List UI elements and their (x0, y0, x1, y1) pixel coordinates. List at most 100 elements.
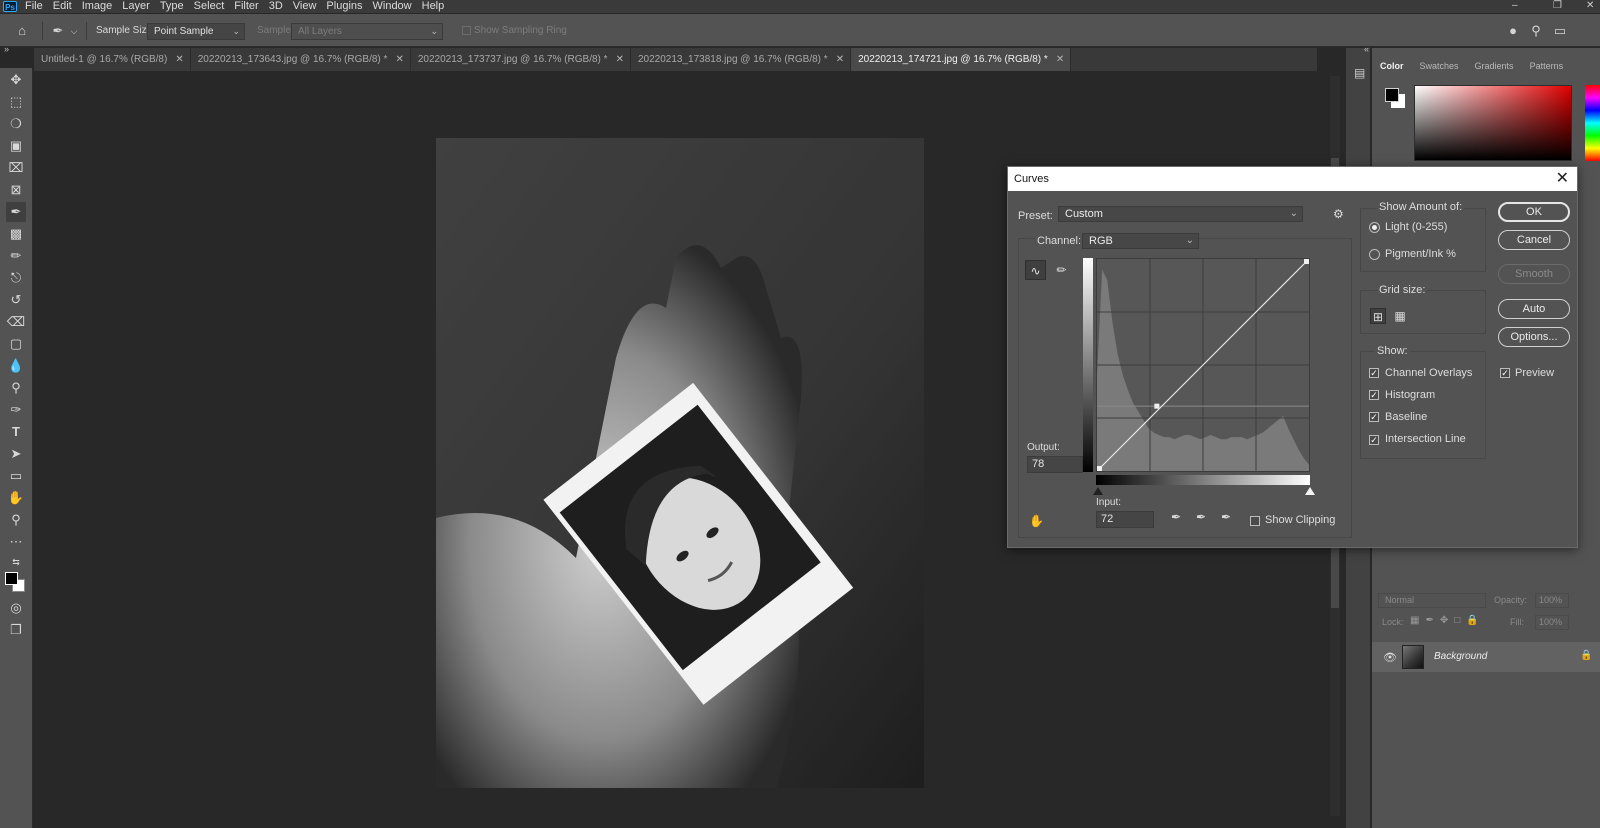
eyedropper-icon[interactable]: ✒ (6, 202, 26, 222)
baseline-checkbox[interactable]: ✓ (1369, 412, 1379, 422)
preset-select[interactable]: Custom ⌄ (1058, 206, 1303, 222)
show-clipping-checkbox[interactable] (1250, 516, 1260, 526)
curve-point-white[interactable] (1304, 259, 1309, 264)
on-image-adjust-icon[interactable]: ✋ (1029, 514, 1044, 528)
curve-point-black[interactable] (1097, 466, 1102, 471)
opacity-field[interactable]: 100% (1535, 593, 1569, 608)
tab-20220213-173737[interactable]: 20220213_173737.jpg @ 16.7% (RGB/8) * ✕ (411, 48, 631, 71)
pencil-draw-mode-icon[interactable]: ✏ (1051, 260, 1072, 280)
dodge-icon[interactable]: ⚲ (6, 378, 26, 398)
show-sampling-ring-checkbox[interactable] (462, 26, 471, 35)
blur-icon[interactable]: 💧 (6, 356, 26, 376)
collapse-panels-icon[interactable]: « (1364, 44, 1369, 54)
marquee-icon[interactable]: ⬚ (6, 92, 26, 112)
menu-layer[interactable]: Layer (122, 0, 150, 13)
eraser-icon[interactable]: ⌫ (6, 312, 26, 332)
blend-mode-select[interactable]: Normal (1378, 593, 1486, 608)
curve-point-mid[interactable] (1154, 403, 1160, 409)
workspace-icon[interactable]: ▭ (1552, 23, 1568, 39)
fill-field[interactable]: 100% (1535, 615, 1569, 630)
smooth-button[interactable]: Smooth (1498, 264, 1570, 284)
healing-icon[interactable]: ▩ (6, 224, 26, 244)
white-point-slider[interactable] (1305, 487, 1315, 495)
restore-icon[interactable]: ❐ (1553, 0, 1562, 13)
minimize-icon[interactable]: – (1512, 0, 1518, 13)
hand-icon[interactable]: ✋ (6, 488, 26, 508)
search-icon[interactable]: ⚲ (1528, 23, 1544, 39)
menu-image[interactable]: Image (82, 0, 113, 13)
home-icon[interactable]: ⌂ (14, 23, 30, 39)
menu-help[interactable]: Help (422, 0, 445, 13)
menu-edit[interactable]: Edit (53, 0, 72, 13)
path-select-icon[interactable]: ➤ (6, 444, 26, 464)
chevron-down-icon[interactable]: ⌵ (66, 23, 82, 39)
hue-slider[interactable] (1585, 85, 1600, 161)
rectangle-icon[interactable]: ▭ (6, 466, 26, 486)
frame-icon[interactable]: ⊠ (6, 180, 26, 200)
zoom-icon[interactable]: ⚲ (6, 510, 26, 530)
gray-eyedropper-icon[interactable]: ✒ (1196, 510, 1206, 524)
menu-view[interactable]: View (293, 0, 317, 13)
simple-grid-icon[interactable]: ⊞ (1370, 308, 1386, 324)
collapse-toolbar-icon[interactable]: » (4, 44, 9, 54)
black-eyedropper-icon[interactable]: ✒ (1171, 510, 1181, 524)
document-photo[interactable] (436, 138, 924, 788)
sample-select[interactable]: All Layers ⌄ (291, 23, 443, 40)
user-icon[interactable]: ● (1505, 23, 1521, 39)
brush-icon[interactable]: ✏ (6, 246, 26, 266)
menu-3d[interactable]: 3D (269, 0, 283, 13)
histogram-checkbox[interactable]: ✓ (1369, 390, 1379, 400)
close-icon[interactable]: ✕ (836, 54, 844, 65)
close-icon[interactable]: ✕ (395, 54, 403, 65)
close-icon[interactable]: ✕ (1056, 54, 1064, 65)
preset-options-gear-icon[interactable]: ⚙ (1333, 207, 1344, 221)
intersection-line-checkbox[interactable]: ✓ (1369, 435, 1379, 445)
menu-window[interactable]: Window (373, 0, 412, 13)
cancel-button[interactable]: Cancel (1498, 230, 1570, 250)
pen-icon[interactable]: ✑ (6, 400, 26, 420)
tab-gradients[interactable]: Gradients (1467, 56, 1522, 76)
screen-mode-icon[interactable]: ❐ (6, 620, 26, 640)
close-icon[interactable]: ✕ (175, 54, 183, 65)
curves-graph[interactable] (1096, 258, 1310, 472)
history-brush-icon[interactable]: ↺ (6, 290, 26, 310)
curve-plot[interactable] (1096, 258, 1310, 472)
detailed-grid-icon[interactable]: ▦ (1392, 308, 1408, 324)
close-icon[interactable]: ✕ (1556, 167, 1569, 191)
menu-select[interactable]: Select (194, 0, 225, 13)
quick-mask-icon[interactable]: ◎ (6, 598, 26, 618)
options-button[interactable]: Options... (1498, 327, 1570, 347)
layer-row[interactable]: 👁 Background 🔒 (1372, 642, 1600, 672)
more-icon[interactable]: ⋯ (6, 532, 26, 552)
pigment-radio[interactable] (1369, 249, 1380, 260)
gradient-icon[interactable]: ▢ (6, 334, 26, 354)
tab-20220213-173643[interactable]: 20220213_173643.jpg @ 16.7% (RGB/8) * ✕ (191, 48, 411, 71)
tab-swatches[interactable]: Swatches (1412, 56, 1467, 76)
menu-plugins[interactable]: Plugins (326, 0, 362, 13)
close-icon[interactable]: ✕ (616, 54, 624, 65)
preview-checkbox[interactable]: ✓ (1500, 368, 1510, 378)
sample-size-select[interactable]: Point Sample ⌄ (147, 23, 245, 40)
tab-patterns[interactable]: Patterns (1522, 56, 1572, 76)
light-radio[interactable] (1369, 222, 1380, 233)
tab-20220213-173818[interactable]: 20220213_173818.jpg @ 16.7% (RGB/8) * ✕ (631, 48, 852, 71)
lock-icon[interactable]: 🔒 (1580, 650, 1592, 661)
lock-options-icon[interactable]: ▦✒✥□🔒 (1410, 615, 1485, 626)
auto-button[interactable]: Auto (1498, 299, 1570, 319)
curve-point-mode-icon[interactable]: ∿ (1025, 260, 1046, 280)
tab-untitled-1[interactable]: Untitled-1 @ 16.7% (RGB/8) ✕ (34, 48, 191, 71)
tab-color[interactable]: Color (1372, 56, 1412, 76)
close-window-icon[interactable]: ✕ (1586, 0, 1594, 13)
crop-icon[interactable]: ⌧ (6, 158, 26, 178)
panel-foreground-swatch[interactable] (1385, 88, 1399, 102)
menu-type[interactable]: Type (160, 0, 184, 13)
menu-filter[interactable]: Filter (234, 0, 258, 13)
swap-colors-icon[interactable]: ⇆ (6, 552, 26, 572)
output-field[interactable]: 78 (1027, 456, 1083, 473)
white-eyedropper-icon[interactable]: ✒ (1221, 510, 1231, 524)
tab-20220213-174721[interactable]: 20220213_174721.jpg @ 16.7% (RGB/8) * ✕ (851, 48, 1072, 71)
channel-overlays-checkbox[interactable]: ✓ (1369, 368, 1379, 378)
input-field[interactable]: 72 (1096, 511, 1154, 528)
object-select-icon[interactable]: ▣ (6, 136, 26, 156)
visibility-eye-icon[interactable]: 👁 (1383, 651, 1397, 664)
